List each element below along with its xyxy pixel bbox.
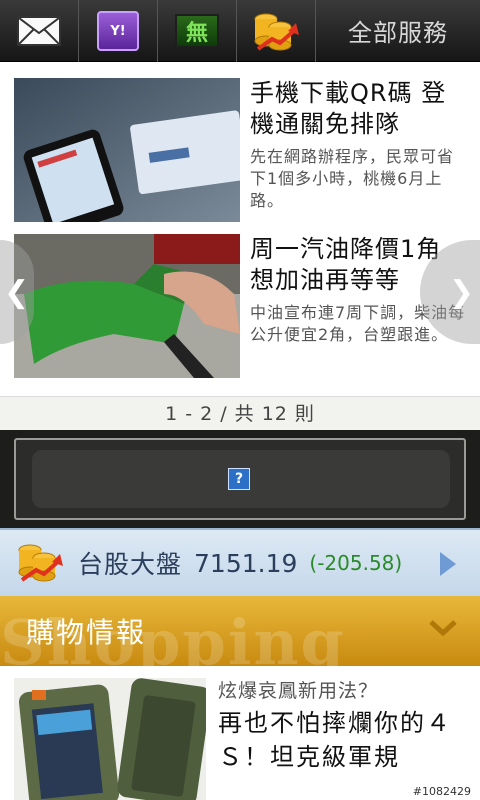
all-services-button[interactable]: 全部服務: [316, 0, 480, 61]
stock-index-change: (-205.58): [309, 551, 403, 575]
stock-button[interactable]: [237, 0, 316, 62]
shopping-item-subtitle: 炫爆哀鳳新用法？: [218, 680, 379, 702]
chevron-down-icon: [429, 620, 457, 637]
stock-index-value: 7151.19: [194, 548, 298, 578]
chevron-left-icon: ❮: [4, 274, 30, 310]
news-item[interactable]: 手機下載QR碼 登機通關免排隊 先在網路辦程序，民眾可省下1個多小時，桃機6月上…: [14, 78, 466, 224]
stock-coins-icon: [252, 9, 300, 53]
calculator-icon: 無: [175, 14, 219, 48]
news-pager: 1 - 2 / 共 12 則: [0, 396, 480, 430]
stock-index-name: 台股大盤: [78, 550, 183, 579]
news-summary: 先在網路辦程序，民眾可省下1個多小時，桃機6月上路。: [250, 147, 455, 210]
news-photo-qr-boarding: [14, 78, 240, 222]
mail-icon: [17, 16, 61, 46]
shopping-item[interactable]: 炫爆哀鳳新用法？ 再也不怕摔爛你的４Ｓ！坦克級軍規 #1082429: [0, 666, 480, 800]
news-carousel: 手機下載QR碼 登機通關免排隊 先在網路辦程序，民眾可省下1個多小時，桃機6月上…: [0, 62, 480, 396]
news-title: 手機下載QR碼 登機通關免排隊: [250, 79, 447, 138]
shopping-item-title: 再也不怕摔爛你的４Ｓ！坦克級軍規: [218, 709, 452, 771]
mail-button[interactable]: [0, 0, 79, 62]
play-arrow-icon: [440, 552, 456, 576]
calculator-button[interactable]: 無: [158, 0, 237, 62]
shopping-header[interactable]: Shopping 購物情報: [0, 596, 480, 666]
news-photo-fuel-nozzle: [14, 234, 240, 378]
stock-coins-icon: [16, 540, 64, 588]
top-toolbar: Y! 無 全部服務: [0, 0, 480, 62]
shopping-title: 購物情報: [26, 616, 147, 649]
broken-image-icon: ?: [228, 468, 250, 490]
shopping-bag-button[interactable]: Y!: [79, 0, 158, 62]
news-item[interactable]: 周一汽油降價1角 想加油再等等 中油宣布連7周下調，柴油每公升便宜2角，台塑跟進…: [14, 234, 466, 380]
yahoo-shopping-bag-icon: Y!: [97, 11, 139, 51]
image-watermark: #1082429: [409, 785, 474, 798]
shopping-photo-phone-case: [14, 678, 206, 800]
stock-index-row[interactable]: 台股大盤 7151.19 (-205.58): [0, 528, 480, 596]
chevron-right-icon: ❯: [448, 274, 474, 310]
